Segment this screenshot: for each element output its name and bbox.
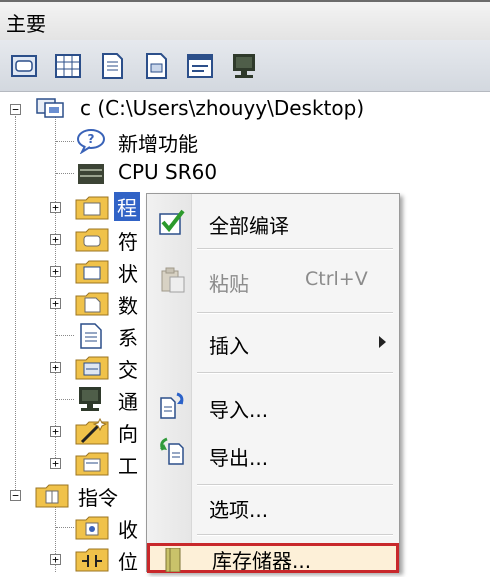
folder-icon [74,547,110,577]
form-icon[interactable] [186,52,214,80]
import-icon [157,390,187,424]
tree-item-label: 工 [118,454,138,478]
tree-item-bit-logic[interactable]: + 位 [0,542,146,576]
tree-item-label: 符 [118,230,138,254]
folder-icon [74,259,110,289]
tree-item-label: 交 [118,358,138,382]
collapse-icon[interactable]: − [10,490,21,501]
tree-item-label: 向 [118,422,138,446]
document-icon[interactable] [98,52,126,80]
tree-item-label: 收 [118,518,138,542]
menu-item-export[interactable]: 导出... [147,430,399,478]
folder-icon [74,195,110,225]
tree-item-communication[interactable]: 通 [0,382,146,416]
menu-separator [197,312,393,314]
toolbar [0,40,490,92]
page-icon[interactable] [142,52,170,80]
tree-root[interactable]: − c (C:\Users\zhouyy\Desktop) [0,92,490,126]
tree-item-label: 指令 [78,486,118,510]
tree-item-cross-reference[interactable]: + 交 [0,350,146,384]
monitor-icon [76,385,104,417]
tree-item-favorites[interactable]: 收 [0,510,146,544]
tree-item-status-chart[interactable]: + 状 [0,254,146,288]
folder-icon [74,451,110,481]
help-icon: ? [76,128,106,158]
export-icon [157,436,187,470]
tree-item-tools[interactable]: + 工 [0,446,146,480]
menu-item-shortcut: Ctrl+V [305,268,368,290]
tree-item-label: 位 [118,550,138,574]
menu-item-compile-all[interactable]: 全部编译 [147,198,399,246]
tree-item-label: 状 [118,262,138,286]
tree-connector [56,399,74,400]
menu-item-label: 全部编译 [209,214,289,238]
menu-item-label: 导出... [209,446,269,470]
monitor-icon[interactable] [230,52,258,80]
context-menu: 全部编译 粘贴 Ctrl+V 插入 导入... 导出... 选项... 库存储器… [146,193,400,573]
tree-item-label: 新增功能 [118,132,198,156]
folder-icon [74,227,110,257]
folder-icon [74,355,110,385]
expand-icon[interactable]: + [50,298,61,309]
tree-item-label: 通 [118,390,138,414]
tree-item-label: 数 [118,294,138,318]
window-title: 主要 [6,12,46,36]
tree-item-cpu[interactable]: CPU SR60 [0,156,490,190]
tree-item-data-block[interactable]: + 数 [0,286,146,320]
menu-item-options[interactable]: 选项... [147,482,399,530]
window-title-bar: 主要 [0,0,490,40]
tree-item-label: CPU SR60 [118,160,218,184]
svg-text:?: ? [88,132,95,146]
menu-item-label: 粘贴 [209,272,249,296]
tree-item-label: 程 [114,192,140,221]
menu-item-import[interactable]: 导入... [147,382,399,430]
tree-connector [56,173,74,174]
submenu-arrow-icon [379,336,386,348]
tree-item-label: 系 [118,326,138,350]
expand-icon[interactable]: + [50,362,61,373]
collapse-icon[interactable]: − [10,104,21,115]
menu-item-label: 库存储器... [212,549,312,573]
tree-item-new-features[interactable]: ? 新增功能 [0,124,490,158]
tree-item-wizards[interactable]: + 向 [0,414,146,448]
folder-icon [74,291,110,321]
grid-icon[interactable] [54,52,82,80]
expand-icon[interactable]: + [50,266,61,277]
expand-icon[interactable]: + [50,554,61,565]
menu-item-label: 导入... [209,398,269,422]
menu-separator [197,372,393,374]
expand-icon[interactable]: + [50,202,61,213]
menu-item-label: 选项... [209,498,269,522]
tree-connector [56,141,74,142]
menu-separator [197,534,393,536]
tree-connector [56,335,74,336]
tree-root-label: c (C:\Users\zhouyy\Desktop) [80,96,365,120]
menu-item-insert[interactable]: 插入 [147,318,399,366]
tree-connector [56,527,74,528]
expand-icon[interactable]: + [50,426,61,437]
tree-item-program-blocks[interactable]: + 程 [0,190,146,224]
cpu-icon [76,162,106,190]
folder-icon [74,515,110,545]
menu-item-library-memory[interactable]: 库存储器... [147,543,399,573]
menu-item-label: 插入 [209,334,249,358]
menu-separator [197,248,393,250]
check-icon [157,208,185,240]
expand-icon[interactable]: + [50,234,61,245]
expand-icon[interactable]: + [50,458,61,469]
tree-item-symbol-table[interactable]: + 符 [0,222,146,256]
folder-icon [34,483,70,513]
menu-item-paste[interactable]: 粘贴 Ctrl+V [147,256,399,304]
paste-icon [159,266,187,298]
view-icon[interactable] [10,52,38,80]
tree-instructions[interactable]: − 指令 [0,478,146,512]
project-icon [36,96,70,126]
tree-item-system-block[interactable]: 系 [0,318,146,352]
